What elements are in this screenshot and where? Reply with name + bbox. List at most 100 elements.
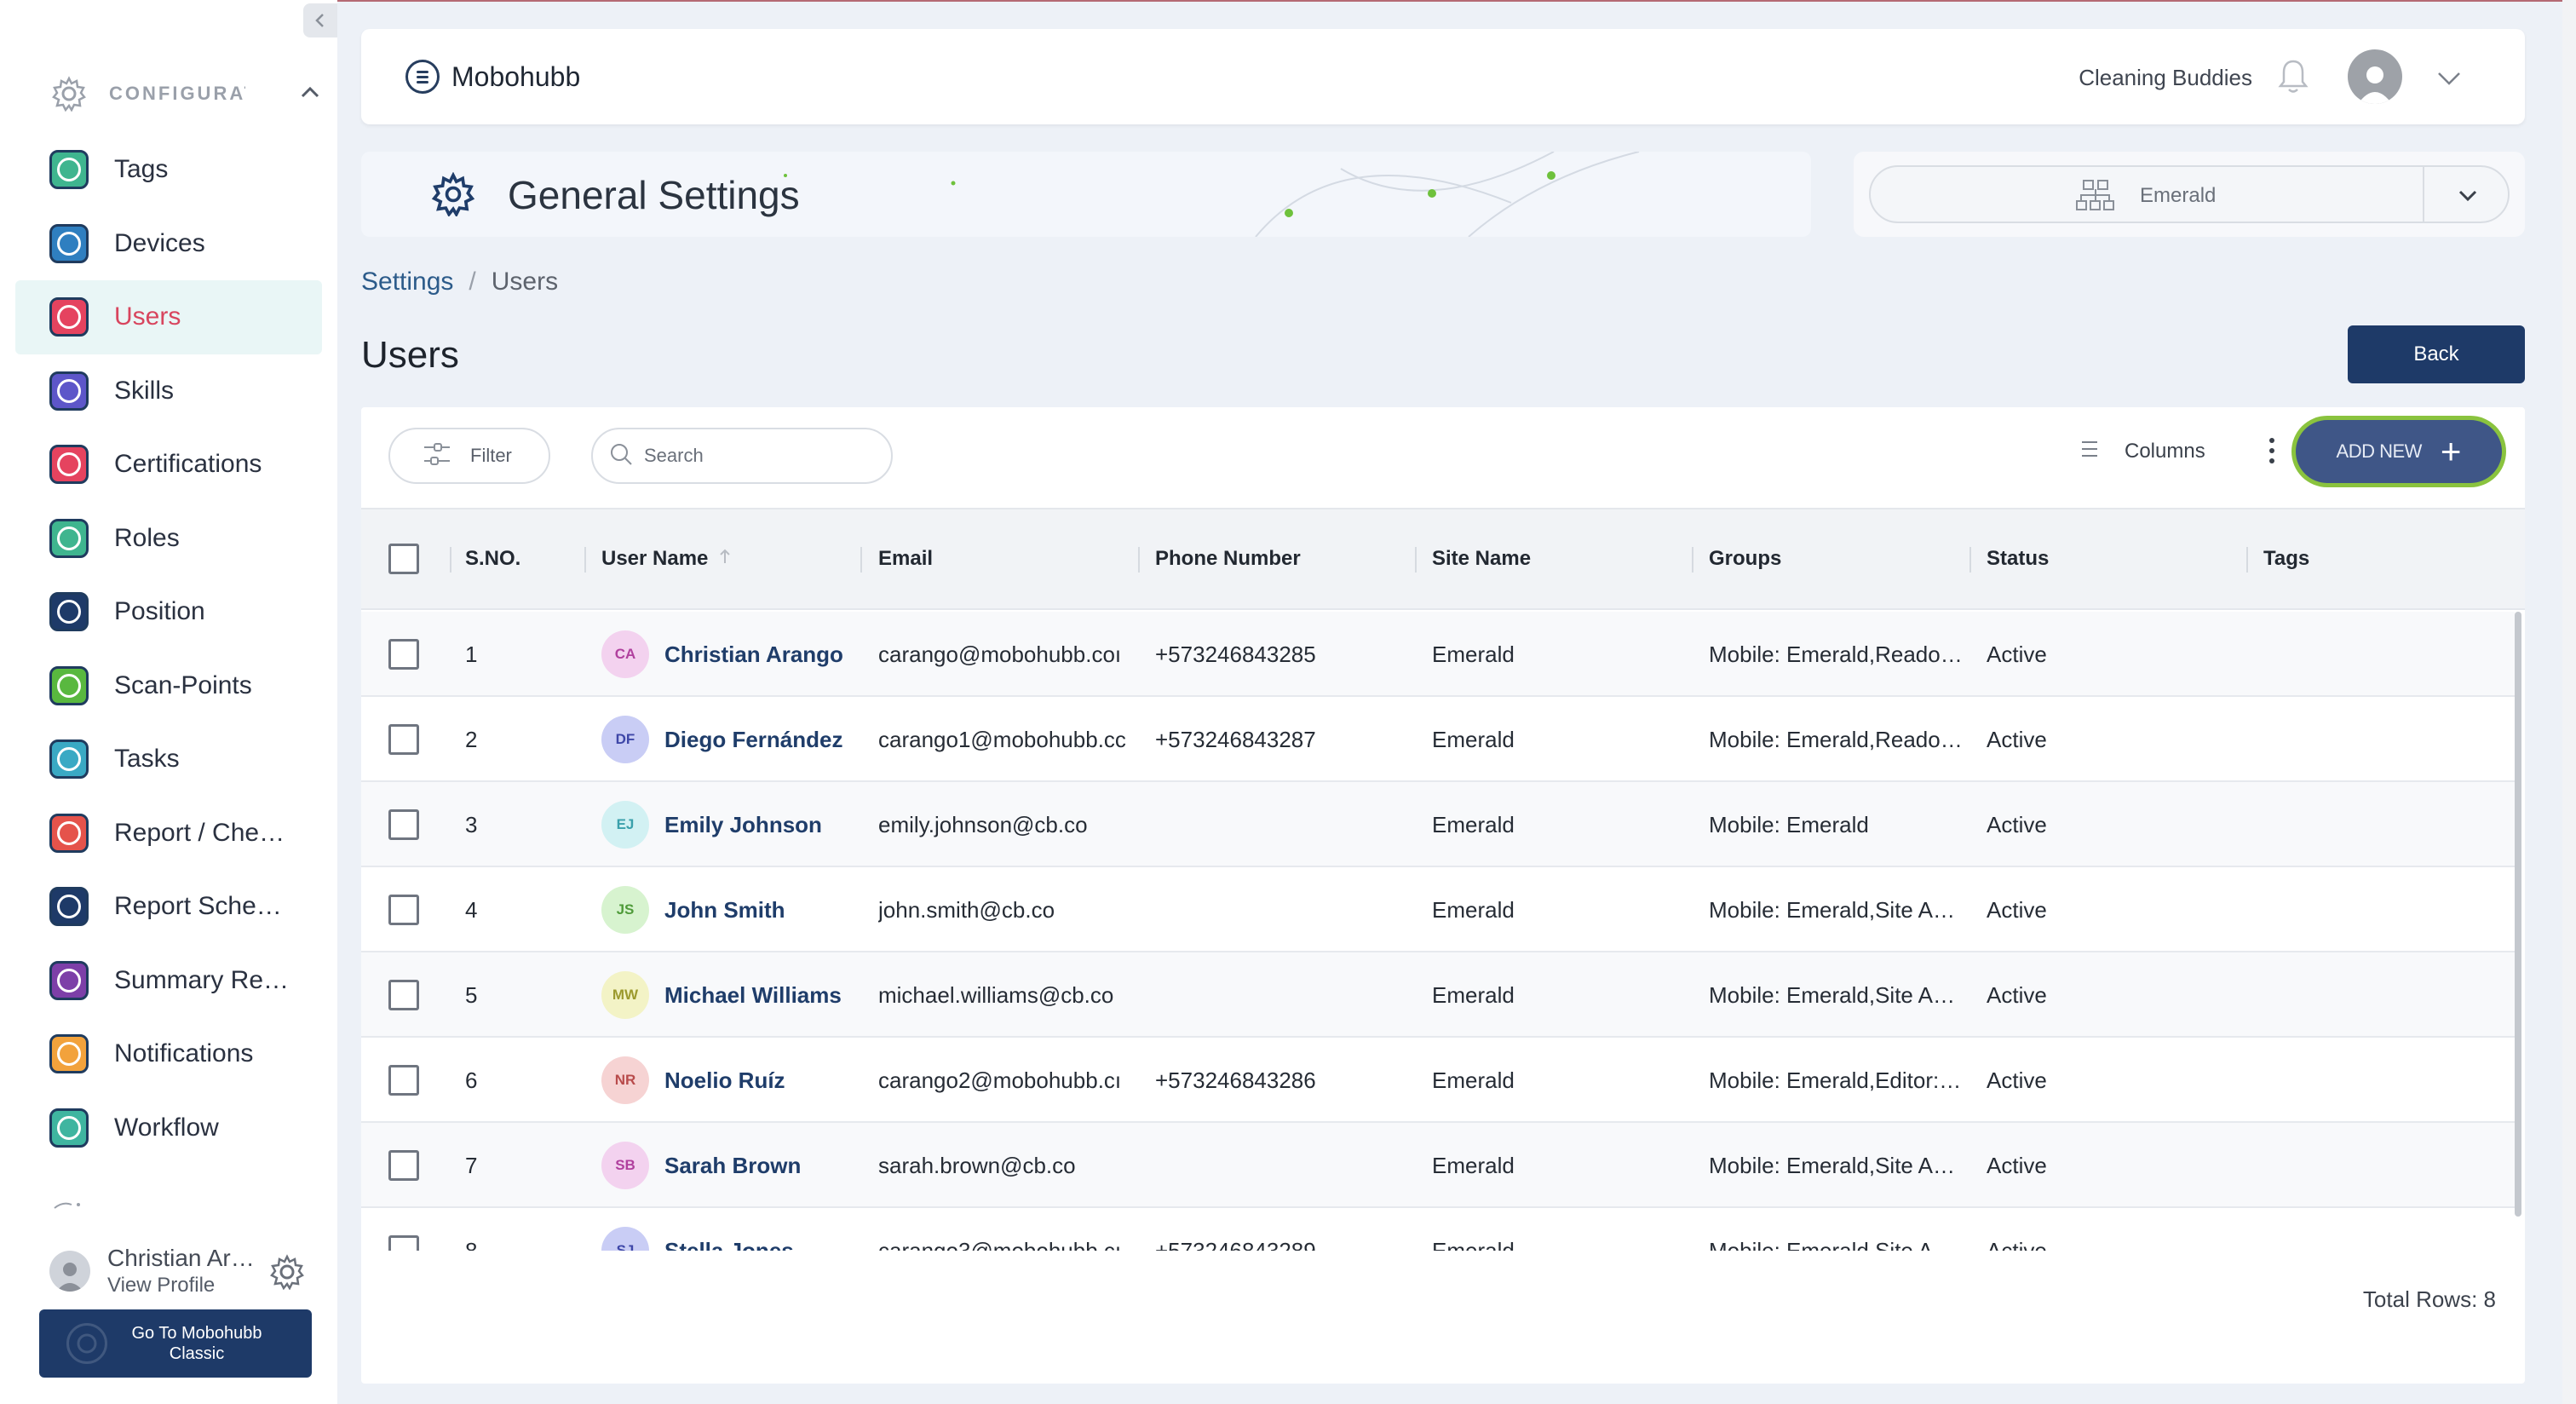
user-name-link[interactable]: Christian Arango bbox=[664, 642, 843, 668]
table-body: 1 carango@mobohubb.coı +573246843285 Emeral… bbox=[361, 612, 2525, 1251]
cell-username[interactable]: CA Christian Arango bbox=[601, 612, 857, 697]
header-username[interactable]: User Name bbox=[601, 509, 732, 608]
cell-username[interactable]: SJ Stella Jones bbox=[601, 1208, 857, 1251]
sidebar-item-report-sche[interactable]: Report Sche… bbox=[15, 870, 322, 944]
sidebar-item-scan-points[interactable]: Scan-Points bbox=[15, 649, 322, 723]
row-checkbox[interactable] bbox=[388, 724, 419, 755]
view-profile-link[interactable]: View Profile bbox=[107, 1274, 261, 1298]
sidebar-item-users[interactable]: Users bbox=[15, 280, 322, 354]
bell-icon[interactable] bbox=[2276, 58, 2310, 100]
row-checkbox[interactable] bbox=[388, 895, 419, 925]
certificate-icon bbox=[49, 445, 89, 485]
row-checkbox[interactable] bbox=[388, 980, 419, 1010]
table-header: S.NO. User Name Email Phone Number Site … bbox=[361, 508, 2525, 610]
sidebar-item-skills[interactable]: Skills bbox=[15, 354, 322, 429]
sort-arrow-up-icon[interactable] bbox=[718, 547, 732, 571]
user-profile[interactable]: Christian Ar… View Profile bbox=[49, 1237, 322, 1305]
sidebar-item-label: Tasks bbox=[114, 745, 180, 774]
go-to-classic-button[interactable]: Go To Mobohubb Classic bbox=[39, 1309, 312, 1378]
mobohubb-classic-logo-icon bbox=[66, 1323, 107, 1364]
sidebar: CONFIGURAT Tags Devices Users Skills Certifi… bbox=[0, 0, 337, 1404]
user-name-link[interactable]: Noelio Ruíz bbox=[664, 1067, 785, 1094]
table-scrollbar[interactable] bbox=[2515, 612, 2521, 1217]
table-toolbar: Filter Columns ADD NEW + bbox=[361, 407, 2525, 503]
collapse-sidebar-button[interactable] bbox=[303, 3, 337, 37]
row-checkbox[interactable] bbox=[388, 809, 419, 840]
chevron-down-icon[interactable] bbox=[2455, 182, 2481, 212]
cell-status: Active bbox=[1987, 811, 2047, 837]
search-input[interactable] bbox=[644, 445, 865, 467]
header-sno[interactable]: S.NO. bbox=[465, 509, 520, 608]
columns-button[interactable]: Columns bbox=[2080, 438, 2205, 464]
row-checkbox[interactable] bbox=[388, 1150, 419, 1181]
sidebar-item-position[interactable]: Position bbox=[15, 575, 322, 649]
report-checklist-icon bbox=[49, 813, 89, 853]
chevron-down-icon[interactable] bbox=[2435, 63, 2464, 96]
sidebar-item-label: Position bbox=[114, 597, 205, 626]
table-row[interactable]: 5 michael.williams@cb.co Emerald Mobile: Em… bbox=[361, 952, 2515, 1038]
row-checkbox[interactable] bbox=[388, 639, 419, 670]
more-options-icon[interactable] bbox=[2269, 438, 2274, 463]
user-name-link[interactable]: Sarah Brown bbox=[664, 1153, 801, 1179]
header-tags[interactable]: Tags bbox=[2263, 509, 2309, 608]
sidebar-item-report-che[interactable]: Report / Che… bbox=[15, 797, 322, 871]
sidebar-item-roles[interactable]: Roles bbox=[15, 502, 322, 576]
cell-phone: +573246843286 bbox=[1155, 1067, 1316, 1093]
sidebar-item-devices[interactable]: Devices bbox=[15, 207, 322, 281]
table-row[interactable]: 8 carango3@mobohubb.cı +573246843289 Emeral… bbox=[361, 1208, 2515, 1251]
user-name-link[interactable]: Diego Fernández bbox=[664, 727, 842, 753]
user-name-link[interactable]: Stella Jones bbox=[664, 1238, 794, 1252]
brand[interactable]: Mobohubb bbox=[405, 60, 580, 94]
cell-username[interactable]: DF Diego Fernández bbox=[601, 697, 857, 782]
cell-username[interactable]: JS John Smith bbox=[601, 867, 857, 952]
sidebar-item-certifications[interactable]: Certifications bbox=[15, 428, 322, 502]
site-selector[interactable]: Emerald bbox=[1854, 152, 2525, 237]
go-to-classic-label: Go To Mobohubb Classic bbox=[131, 1324, 262, 1363]
user-avatar[interactable] bbox=[2348, 49, 2402, 104]
filter-label: Filter bbox=[470, 445, 512, 466]
table-row[interactable]: 7 sarah.brown@cb.co Emerald Mobile: Emerald… bbox=[361, 1123, 2515, 1208]
user-name-link[interactable]: John Smith bbox=[664, 897, 785, 924]
users-icon bbox=[49, 297, 89, 337]
filter-button[interactable]: Filter bbox=[388, 428, 550, 484]
header-status[interactable]: Status bbox=[1987, 509, 2049, 608]
table-row[interactable]: 1 carango@mobohubb.coı +573246843285 Emeral… bbox=[361, 612, 2515, 697]
table-row[interactable]: 3 emily.johnson@cb.co Emerald Mobile: Emera… bbox=[361, 782, 2515, 867]
sidebar-item-summary-re[interactable]: Summary Re… bbox=[15, 944, 322, 1018]
select-all-checkbox[interactable] bbox=[388, 544, 419, 574]
cell-status: Active bbox=[1987, 1067, 2047, 1093]
table-row[interactable]: 2 carango1@mobohubb.cc +573246843287 Emeral… bbox=[361, 697, 2515, 782]
settings-gear-icon[interactable] bbox=[269, 1254, 305, 1294]
header-groups[interactable]: Groups bbox=[1709, 509, 1781, 608]
table-row[interactable]: 6 carango2@mobohubb.cı +573246843286 Emeral… bbox=[361, 1038, 2515, 1123]
user-name-link[interactable]: Michael Williams bbox=[664, 982, 842, 1009]
header-site[interactable]: Site Name bbox=[1432, 509, 1531, 608]
cell-username[interactable]: NR Noelio Ruíz bbox=[601, 1038, 857, 1123]
configuration-section-header[interactable]: CONFIGURAT bbox=[49, 72, 322, 116]
header-email[interactable]: Email bbox=[878, 509, 933, 608]
header-phone[interactable]: Phone Number bbox=[1155, 509, 1301, 608]
sidebar-item-workflow[interactable]: Workflow bbox=[15, 1091, 322, 1165]
cell-status: Active bbox=[1987, 641, 2047, 667]
row-checkbox[interactable] bbox=[388, 1065, 419, 1096]
settings-banner: General Settings bbox=[361, 152, 1811, 237]
back-button[interactable]: Back bbox=[2348, 325, 2525, 383]
user-name-link[interactable]: Emily Johnson bbox=[664, 812, 822, 838]
sidebar-item-label: Skills bbox=[114, 376, 175, 405]
page-scrollbar[interactable] bbox=[2562, 0, 2576, 1404]
row-checkbox[interactable] bbox=[388, 1235, 419, 1251]
add-new-button[interactable]: ADD NEW + bbox=[2291, 416, 2506, 487]
calendar-icon bbox=[49, 887, 89, 927]
sidebar-item-tasks[interactable]: Tasks bbox=[15, 722, 322, 797]
user-initials-avatar: MW bbox=[601, 971, 649, 1019]
cell-username[interactable]: EJ Emily Johnson bbox=[601, 782, 857, 867]
cell-username[interactable]: MW Michael Williams bbox=[601, 952, 857, 1038]
users-table-panel: Filter Columns ADD NEW + S.NO. Use bbox=[361, 407, 2525, 1384]
sidebar-item-notifications[interactable]: Notifications bbox=[15, 1017, 322, 1091]
sidebar-item-tags[interactable]: Tags bbox=[15, 133, 322, 207]
top-header: Mobohubb Cleaning Buddies bbox=[361, 29, 2525, 124]
breadcrumb-settings-link[interactable]: Settings bbox=[361, 268, 453, 296]
site-selector-value: Emerald bbox=[2140, 184, 2217, 207]
cell-username[interactable]: SB Sarah Brown bbox=[601, 1123, 857, 1208]
table-row[interactable]: 4 john.smith@cb.co Emerald Mobile: Emerald,… bbox=[361, 867, 2515, 952]
